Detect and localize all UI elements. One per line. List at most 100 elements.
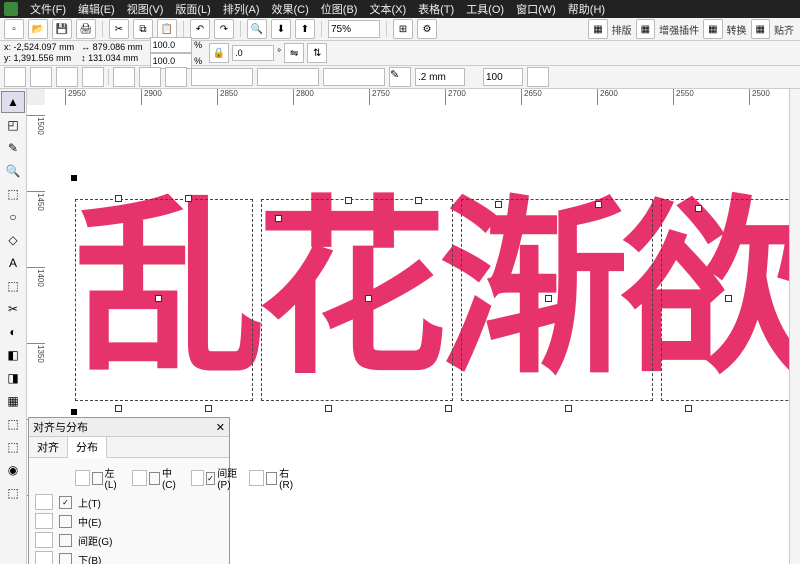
tool-button[interactable]: ▲ xyxy=(1,91,25,113)
tool-button[interactable]: ⬚ xyxy=(1,183,25,205)
node-handle[interactable] xyxy=(415,197,422,204)
node-handle[interactable] xyxy=(725,295,732,302)
menu-item[interactable]: 位图(B) xyxy=(315,1,364,17)
tool-button[interactable]: ✎ xyxy=(1,137,25,159)
extra-btn[interactable] xyxy=(527,67,549,87)
checkbox[interactable] xyxy=(266,472,277,485)
color-palette[interactable] xyxy=(789,89,800,564)
distribute-h-icon[interactable] xyxy=(75,470,90,486)
mirror-v-icon[interactable]: ⇅ xyxy=(307,43,327,63)
tool-button[interactable]: ◉ xyxy=(1,459,25,481)
arrow-end-dropdown[interactable] xyxy=(323,68,385,86)
align-btn-3[interactable] xyxy=(56,67,78,87)
align-btn-4[interactable] xyxy=(82,67,104,87)
menu-item[interactable]: 文件(F) xyxy=(24,1,72,17)
redo-icon[interactable]: ↷ xyxy=(214,19,234,39)
line-style-dropdown[interactable] xyxy=(257,68,319,86)
tool-button[interactable]: ▦ xyxy=(1,390,25,412)
checkbox[interactable] xyxy=(59,534,72,547)
tool-button[interactable]: ⬚ xyxy=(1,413,25,435)
selection-handle[interactable] xyxy=(71,409,77,415)
checkbox[interactable] xyxy=(149,472,160,485)
distribute-v-icon[interactable] xyxy=(35,532,53,548)
menu-item[interactable]: 工具(O) xyxy=(460,1,510,17)
menu-item[interactable]: 窗口(W) xyxy=(510,1,562,17)
mirror-h-icon[interactable]: ⇋ xyxy=(284,43,304,63)
node-handle[interactable] xyxy=(495,201,502,208)
checkbox[interactable]: ✓ xyxy=(59,496,72,509)
tool-button[interactable]: ◐ xyxy=(1,321,25,343)
checkbox[interactable] xyxy=(59,553,72,564)
undo-icon[interactable]: ↶ xyxy=(190,19,210,39)
checkbox[interactable] xyxy=(92,472,103,485)
paste-icon[interactable]: 📋 xyxy=(157,19,177,39)
node-handle[interactable] xyxy=(115,405,122,412)
distribute-h-icon[interactable] xyxy=(132,470,147,486)
copies-input[interactable] xyxy=(483,68,523,86)
node-handle[interactable] xyxy=(115,195,122,202)
tool-button[interactable]: ⬚ xyxy=(1,275,25,297)
toolbar-group-icon[interactable]: ▦ xyxy=(703,19,722,39)
node-handle[interactable] xyxy=(185,195,192,202)
node-handle[interactable] xyxy=(325,405,332,412)
snap-icon[interactable]: ⊞ xyxy=(393,19,413,39)
checkbox[interactable] xyxy=(59,515,72,528)
zoom-input[interactable] xyxy=(328,20,380,38)
distribute-v-icon[interactable] xyxy=(35,513,53,529)
align-btn-1[interactable] xyxy=(4,67,26,87)
tool-button[interactable]: ✂ xyxy=(1,298,25,320)
node-handle[interactable] xyxy=(345,197,352,204)
node-handle[interactable] xyxy=(545,295,552,302)
copy-icon[interactable]: ⧉ xyxy=(133,19,153,39)
cut-icon[interactable]: ✂ xyxy=(109,19,129,39)
toolbar-group-icon[interactable]: ▦ xyxy=(751,19,770,39)
new-icon[interactable]: ▫ xyxy=(4,19,24,39)
menu-item[interactable]: 表格(T) xyxy=(412,1,460,17)
menu-item[interactable]: 版面(L) xyxy=(169,1,216,17)
close-icon[interactable]: ✕ xyxy=(216,421,225,434)
selection-handle[interactable] xyxy=(71,175,77,181)
node-handle[interactable] xyxy=(695,205,702,212)
distribute-v-icon[interactable] xyxy=(35,551,53,564)
tool-button[interactable]: ◇ xyxy=(1,229,25,251)
node-handle[interactable] xyxy=(365,295,372,302)
rotation-input[interactable] xyxy=(232,45,274,61)
tool-button[interactable]: ⬚ xyxy=(1,436,25,458)
align-btn-6[interactable] xyxy=(139,67,161,87)
align-btn-5[interactable] xyxy=(113,67,135,87)
checkbox[interactable]: ✓ xyxy=(206,472,215,485)
node-handle[interactable] xyxy=(445,405,452,412)
menu-item[interactable]: 效果(C) xyxy=(266,1,315,17)
tool-button[interactable]: ◰ xyxy=(1,114,25,136)
lock-ratio-icon[interactable]: 🔒 xyxy=(209,43,229,63)
tool-button[interactable]: ○ xyxy=(1,206,25,228)
open-icon[interactable]: 📂 xyxy=(28,19,48,39)
import-icon[interactable]: ⬇ xyxy=(271,19,291,39)
export-icon[interactable]: ⬆ xyxy=(295,19,315,39)
menu-item[interactable]: 文本(X) xyxy=(363,1,412,17)
node-handle[interactable] xyxy=(275,215,282,222)
search-icon[interactable]: 🔍 xyxy=(247,19,267,39)
node-handle[interactable] xyxy=(155,295,162,302)
outline-btn[interactable]: ✎ xyxy=(389,67,411,87)
options-icon[interactable]: ⚙ xyxy=(417,19,437,39)
align-btn-7[interactable] xyxy=(165,67,187,87)
panel-tab[interactable]: 分布 xyxy=(68,437,107,458)
node-handle[interactable] xyxy=(685,405,692,412)
tool-button[interactable]: ◧ xyxy=(1,344,25,366)
distribute-h-icon[interactable] xyxy=(191,470,204,486)
distribute-v-icon[interactable] xyxy=(35,494,53,510)
arrow-start-dropdown[interactable] xyxy=(191,68,253,86)
node-handle[interactable] xyxy=(595,201,602,208)
toolbar-group-icon[interactable]: ▦ xyxy=(588,19,607,39)
menu-item[interactable]: 编辑(E) xyxy=(72,1,121,17)
distribute-h-icon[interactable] xyxy=(249,470,264,486)
menu-item[interactable]: 排列(A) xyxy=(217,1,266,17)
print-icon[interactable]: 🖨 xyxy=(76,19,96,39)
node-handle[interactable] xyxy=(565,405,572,412)
save-icon[interactable]: 💾 xyxy=(52,19,72,39)
panel-tab[interactable]: 对齐 xyxy=(29,437,68,457)
menu-item[interactable]: 视图(V) xyxy=(121,1,170,17)
align-btn-2[interactable] xyxy=(30,67,52,87)
scale-x-input[interactable] xyxy=(150,37,192,53)
